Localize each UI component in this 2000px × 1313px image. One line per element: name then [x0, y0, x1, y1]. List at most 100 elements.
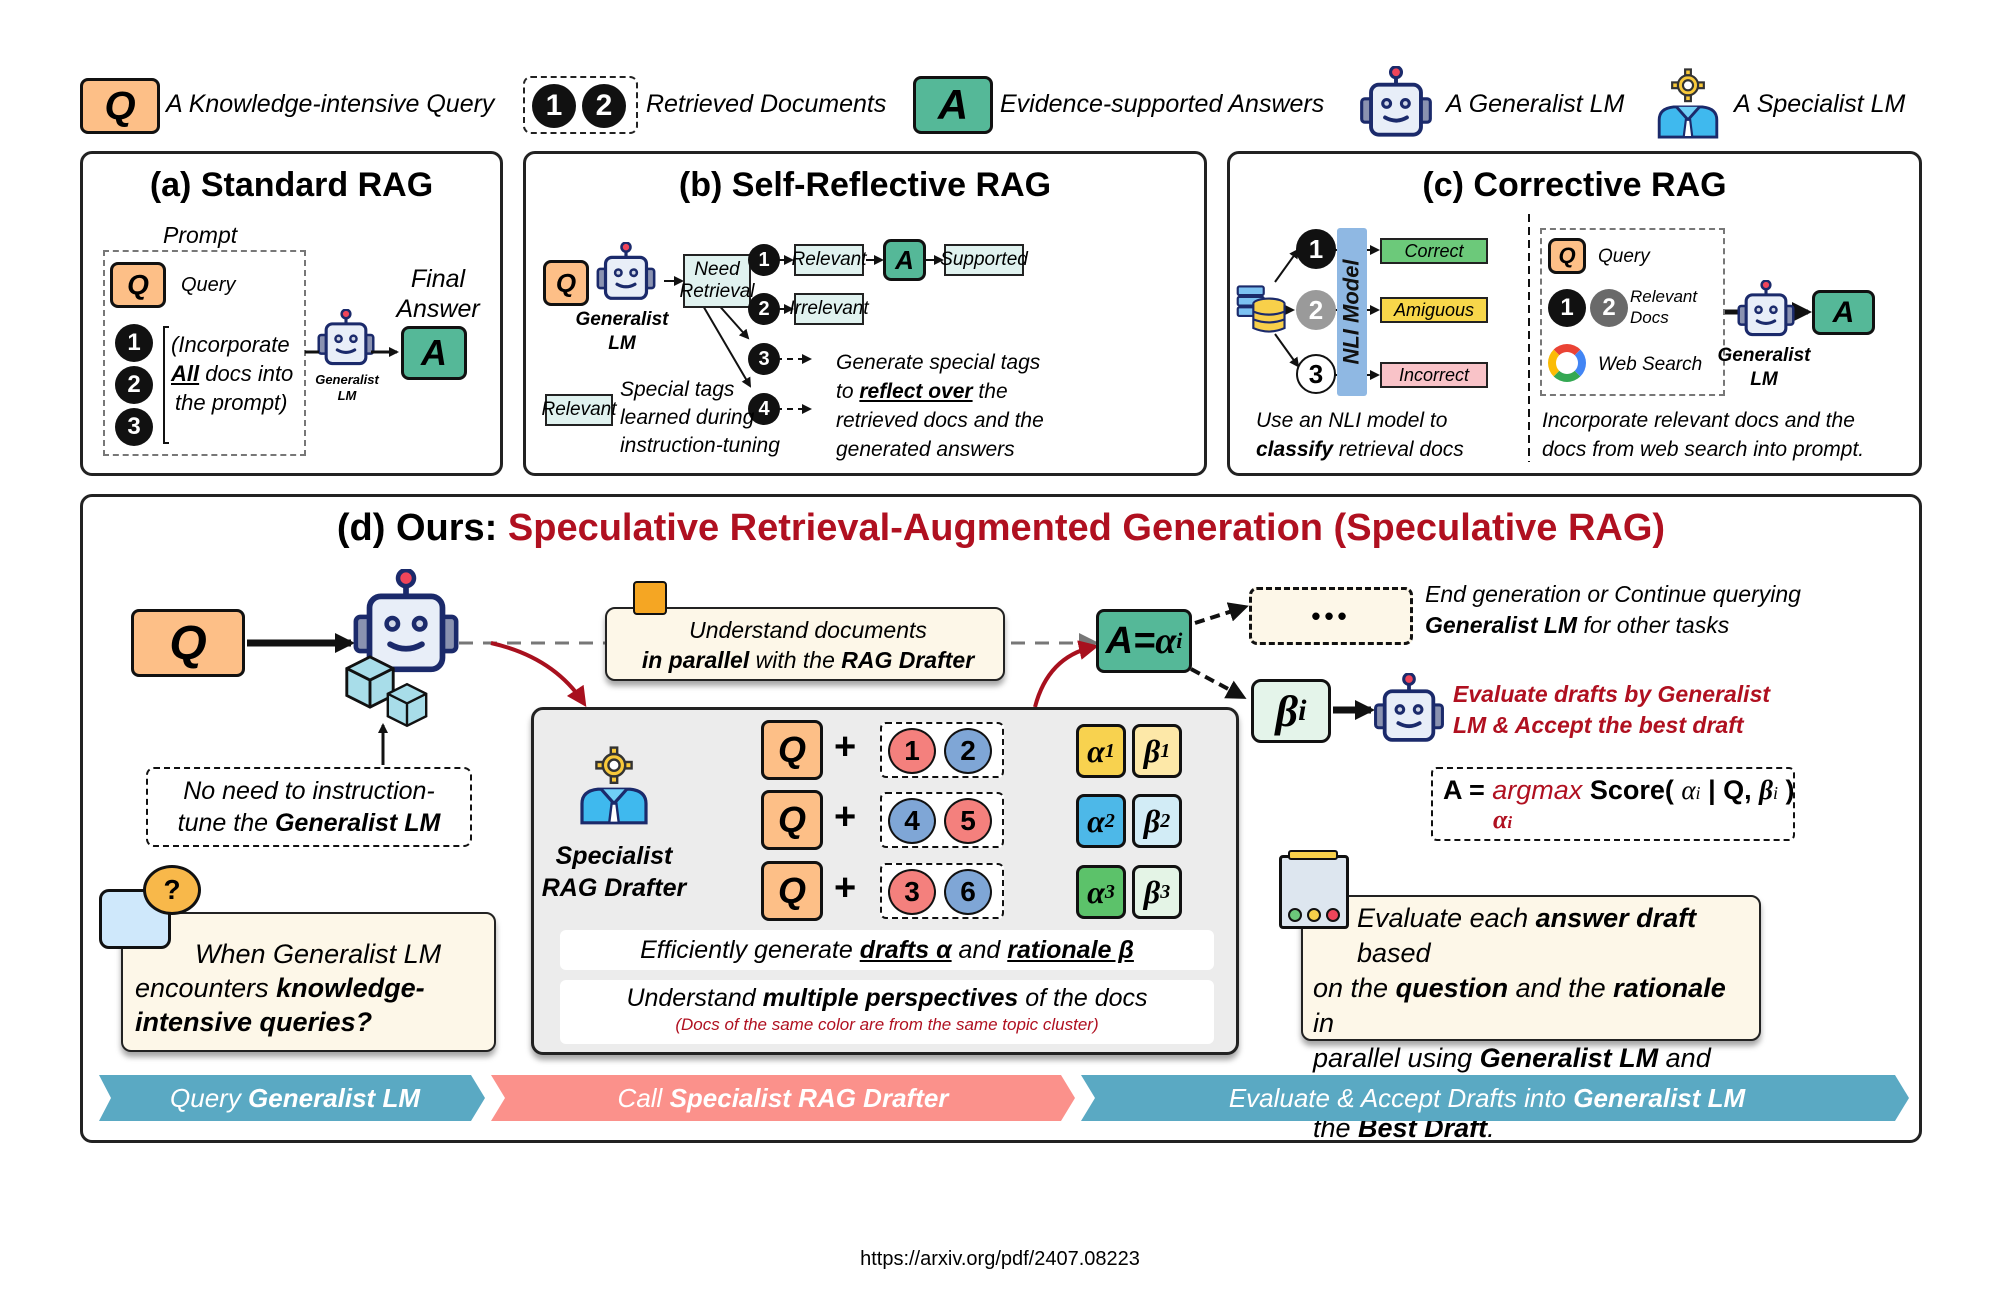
draft-doc-1-icon: 1 — [888, 728, 936, 774]
draft-doc-5-icon: 5 — [944, 798, 992, 844]
beta-symbol: β — [1143, 802, 1161, 839]
panel-standard-rag: (a) Standard RAG Prompt Q Query 1 2 3 (I… — [80, 151, 503, 476]
draft-doc-4-icon: 4 — [888, 798, 936, 844]
legend-doc-2-icon: 2 — [582, 84, 626, 128]
alpha-sub: 3 — [1104, 880, 1115, 903]
when-line-1: When Generalist LM — [195, 939, 442, 969]
alpha-symbol: α — [1087, 732, 1105, 769]
relevant-docs-label: Relevant Docs — [1630, 286, 1697, 328]
alpha-symbol: α — [1087, 873, 1105, 910]
tag-supported: Supported — [940, 244, 1028, 276]
database-server-icon — [1236, 280, 1288, 338]
incorporate-desc-line-1: Incorporate relevant docs and the — [1542, 409, 1855, 432]
end-line-2: Generalist LM for other tasks — [1425, 610, 1801, 641]
parallel-line-1: Understand documents — [689, 617, 927, 643]
when-encounters: encounters — [135, 973, 277, 1003]
question-bubble-icon: ? — [143, 865, 201, 915]
tag-need-retrieval: Need Retrieval — [680, 254, 755, 308]
cube-icon-2 — [383, 681, 431, 729]
generate-line-4: generated answers — [836, 438, 1015, 461]
legend-generalist-robot-icon — [1352, 66, 1440, 144]
b-generalist-robot-icon — [594, 242, 658, 306]
parallel-with: with the — [749, 647, 842, 673]
when-query-text: When Generalist LM encounters knowledge-… — [135, 937, 485, 1039]
stage-1-pre: Query — [170, 1083, 249, 1113]
b-doc-1-icon: 1 — [748, 244, 780, 276]
parallel-line-2: in parallel with the RAG Drafter — [613, 645, 1003, 675]
draft-doc-2-icon: 2 — [944, 728, 992, 774]
formula-a: A = — [1443, 775, 1493, 805]
parallel-text: Understand documents in parallel with th… — [613, 615, 1003, 675]
footer-url[interactable]: https://arxiv.org/pdf/2407.08223 — [0, 1248, 2000, 1271]
end-line-1: End generation or Continue querying — [1425, 581, 1801, 607]
draft-alpha-box: α3 — [1076, 865, 1126, 919]
need-label: Need — [694, 259, 740, 280]
eff-text-1: Efficiently generate — [640, 935, 860, 964]
c-doc-1-icon: 1 — [1296, 229, 1336, 269]
eval-question: question — [1395, 973, 1509, 1003]
web-search-label: Web Search — [1598, 354, 1703, 375]
parallel-bold: in parallel — [641, 647, 750, 673]
draft-beta-box: β1 — [1132, 724, 1182, 778]
d-query-icon: Q — [131, 609, 245, 677]
no-tune-the: tune the — [177, 809, 275, 837]
c-generalist-label-2: LM — [1750, 369, 1778, 390]
eval-parallel: parallel using — [1313, 1043, 1480, 1073]
legend-answer-icon: A — [913, 76, 993, 134]
stage-1-bold: Generalist LM — [248, 1083, 420, 1113]
draft-doc-6-icon: 6 — [944, 869, 992, 915]
b-doc-3-icon: 3 — [748, 343, 780, 375]
d-eval-robot-icon — [1371, 673, 1447, 749]
stage-2-pre: Call — [617, 1083, 670, 1113]
legend-doc-1-icon: 1 — [532, 84, 576, 128]
special-tags-text: Special tags learned during instruction-… — [620, 376, 780, 460]
answer-eq-alpha: α — [1155, 620, 1177, 662]
legend-query-label: A Knowledge-intensive Query — [166, 90, 495, 118]
rag-drafter-box: Specialist RAG Drafter Q +1 2 α 1 β 1 Q +4 5 α 2 β 2 Q +… — [531, 707, 1239, 1055]
nli-desc-line-1: Use an NLI model to — [1256, 409, 1448, 432]
beta-sub: 3 — [1160, 880, 1171, 903]
b-generalist-label-1: Generalist — [575, 309, 669, 330]
c-answer-icon: A — [1812, 290, 1875, 335]
specialist-label-2: RAG Drafter — [541, 874, 687, 902]
gen-the: the — [972, 380, 1008, 403]
evaluate-line-1: Evaluate each answer draft based — [1313, 901, 1753, 971]
c-rel-doc-2-icon: 2 — [1590, 289, 1628, 327]
when-line-3: intensive queries? — [135, 1007, 373, 1037]
argmax-formula: A = argmax Score( αi | Q, βi ) — [1443, 775, 1794, 806]
google-icon — [1548, 344, 1586, 382]
generate-line-2: to reflect over the — [836, 377, 1044, 406]
draft-query-icon: Q — [761, 861, 823, 921]
special-tags-line-2: learned during — [620, 406, 755, 429]
c-rel-doc-1-icon: 1 — [1548, 289, 1586, 327]
b-doc-2-icon: 2 — [748, 293, 780, 325]
eff-drafts: drafts α — [859, 935, 952, 964]
eval-and-the: and the — [1508, 973, 1614, 1003]
tag-correct: Correct — [1380, 238, 1488, 264]
panel-self-reflective-rag: (b) Self-Reflective RAG Q Generalist LM N… — [523, 151, 1207, 476]
specialist-drafter-icon — [574, 740, 654, 832]
nli-description: Use an NLI model to classify retrieval d… — [1256, 406, 1464, 464]
evaluate-drafts-red-text: Evaluate drafts by Generalist LM & Accep… — [1453, 679, 1770, 741]
c-doc-2-icon: 2 — [1296, 290, 1336, 330]
eval-on-the: on the — [1313, 973, 1396, 1003]
no-tune-text: No need to instruction- tune the General… — [146, 775, 472, 839]
eff-rationale: rationale β — [1007, 935, 1134, 964]
eval-red-line-2: LM & Accept the best draft — [1453, 712, 1744, 738]
special-tags-line-3: instruction-tuning — [620, 434, 780, 457]
beta-symbol: β — [1143, 873, 1161, 910]
beta-i-symbol: β — [1275, 686, 1299, 736]
tag-ambiguous: Amiguous — [1380, 297, 1488, 323]
panel-speculative-rag: (d) Ours: Speculative Retrieval-Augmente… — [80, 494, 1922, 1143]
c-generalist-label-1: Generalist — [1717, 345, 1811, 366]
legend-specialist-icon — [1652, 64, 1724, 144]
formula-close: ) — [1777, 775, 1795, 805]
formula-bar: | Q, — [1700, 775, 1760, 805]
eval-red-line-1: Evaluate drafts by Generalist — [1453, 681, 1771, 707]
nli-model-bar: NLI Model — [1337, 228, 1367, 396]
evaluate-line-2: on the question and the rationale in — [1313, 971, 1753, 1041]
stage-2-label: Call Specialist RAG Drafter — [491, 1083, 1075, 1114]
multi-bold: multiple perspectives — [762, 984, 1019, 1012]
b-answer-icon: A — [883, 239, 926, 281]
formula-under-alpha: αi — [1493, 805, 1512, 835]
